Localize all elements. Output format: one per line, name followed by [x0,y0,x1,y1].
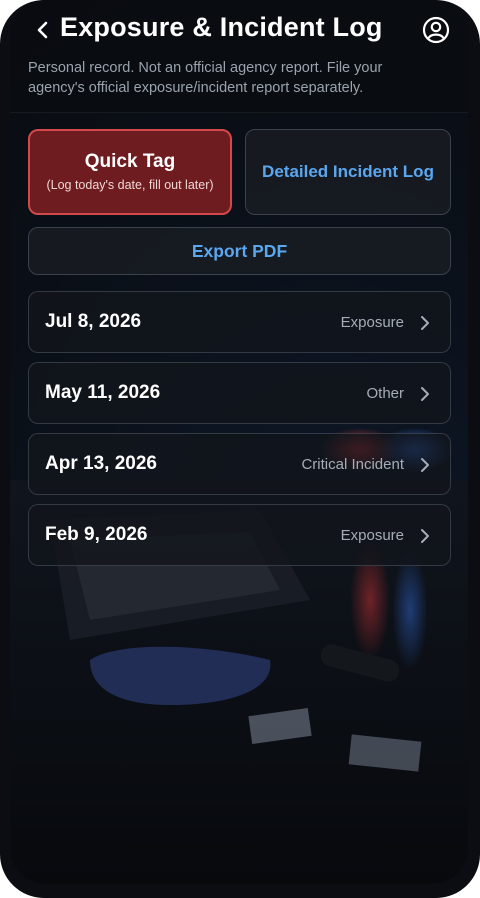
quick-tag-sublabel: (Log today's date, fill out later) [46,178,214,192]
list-item[interactable]: May 11, 2026 Other [28,362,451,424]
app-screen: Exposure & Incident Log Personal record.… [10,0,468,884]
detailed-incident-log-button[interactable]: Detailed Incident Log [245,129,451,215]
list-item[interactable]: Jul 8, 2026 Exposure [28,291,451,353]
user-circle-icon [422,16,450,44]
profile-button[interactable] [422,16,450,44]
entry-type: Exposure [340,527,404,544]
export-pdf-button[interactable]: Export PDF [28,227,451,275]
entry-date: Feb 9, 2026 [45,524,148,545]
app-header: Exposure & Incident Log Personal record.… [10,0,468,113]
chevron-right-icon [421,529,429,543]
chevron-right-icon [421,458,429,472]
list-item[interactable]: Apr 13, 2026 Critical Incident [28,433,451,495]
back-button[interactable] [32,16,52,44]
quick-tag-button[interactable]: Quick Tag (Log today's date, fill out la… [28,129,232,215]
entry-date: Jul 8, 2026 [45,311,142,332]
page-title: Exposure & Incident Log [60,12,383,42]
chevron-right-icon [421,316,429,330]
entry-date: Apr 13, 2026 [45,453,157,474]
entry-type: Critical Incident [301,456,404,473]
entry-type: Exposure [340,314,404,331]
entry-date: May 11, 2026 [45,382,161,403]
quick-tag-label: Quick Tag [84,151,176,172]
list-item[interactable]: Feb 9, 2026 Exposure [28,504,451,566]
phone-frame: Exposure & Incident Log Personal record.… [0,0,480,898]
chevron-right-icon [421,387,429,401]
disclaimer-text: Personal record. Not an official agency … [28,60,383,96]
chevron-left-icon [37,21,48,39]
entry-type: Other [366,385,404,402]
